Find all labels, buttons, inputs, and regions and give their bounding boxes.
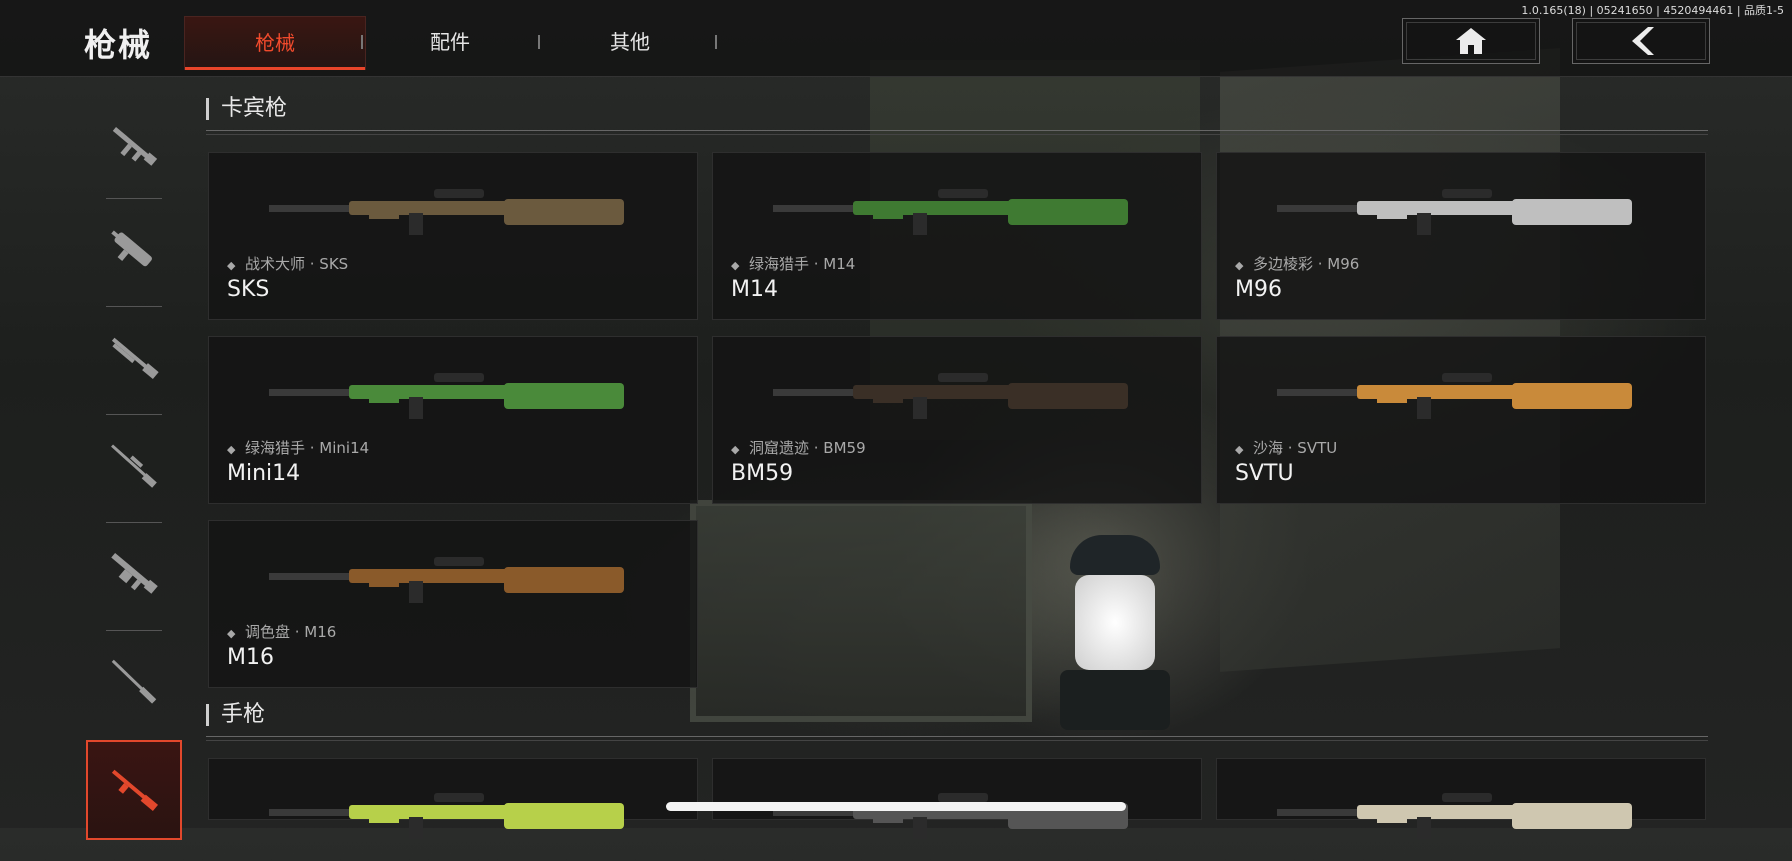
weapon-card[interactable]: ◆ 绿海猎手 · Mini14 Mini14 <box>208 336 698 504</box>
weapon-skin-label: ◆ 沙海 · SVTU <box>1235 437 1337 458</box>
sidebar-item-shotgun[interactable] <box>86 308 182 408</box>
weapon-category-sidebar <box>86 96 182 840</box>
background-lantern-base <box>1060 670 1170 730</box>
skin-tag-icon: ◆ <box>227 627 236 640</box>
weapon-skin-text: 沙海 · SVTU <box>1253 439 1338 457</box>
sidebar-item-lmg[interactable] <box>86 524 182 624</box>
assault-rifle-icon <box>112 126 158 166</box>
home-icon <box>1456 28 1486 54</box>
weapon-skin-text: 调色盘 · M16 <box>245 623 337 641</box>
weapon-card[interactable]: ◆ 沙海 · SVTU SVTU <box>1216 336 1706 504</box>
weapon-name: M14 <box>731 277 778 302</box>
weapon-skin-image <box>269 373 624 419</box>
smg-icon <box>111 230 152 267</box>
weapon-skin-image <box>773 373 1128 419</box>
sniper-rifle-icon <box>111 444 157 488</box>
weapon-skin-image <box>1277 373 1632 419</box>
tab-separator <box>715 35 717 49</box>
weapon-name: M16 <box>227 645 274 670</box>
home-button[interactable] <box>1402 18 1540 64</box>
weapon-skin-label: ◆ 调色盘 · M16 <box>227 621 336 642</box>
weapon-card[interactable]: ◆ 多边棱彩 · M96 M96 <box>1216 152 1706 320</box>
weapon-name: BM59 <box>731 461 794 486</box>
weapon-name: M96 <box>1235 277 1282 302</box>
weapon-skin-text: 绿海猎手 · M14 <box>749 255 856 273</box>
skin-tag-icon: ◆ <box>1235 443 1244 456</box>
section-title-pistol: 手枪 <box>206 704 265 726</box>
section-title-carbine: 卡宾枪 <box>206 98 287 120</box>
weapon-skin-label: ◆ 绿海猎手 · Mini14 <box>227 437 369 458</box>
weapon-skin-image <box>269 189 624 235</box>
weapon-card[interactable]: ◆ 调色盘 · M16 M16 <box>208 520 698 688</box>
weapon-skin-label: ◆ 洞窟遗迹 · BM59 <box>731 437 866 458</box>
weapon-skin-text: 洞窟遗迹 · BM59 <box>749 439 866 457</box>
weapon-name: SKS <box>227 277 270 302</box>
back-button[interactable] <box>1572 18 1710 64</box>
carbine-icon <box>111 769 159 812</box>
weapon-skin-image <box>773 793 1128 839</box>
weapon-card[interactable] <box>208 758 698 839</box>
build-info: 1.0.165(18) | 05241650 | 4520494461 | 品质… <box>1521 4 1784 17</box>
background-lantern <box>1070 535 1160 575</box>
weapon-skin-image <box>269 793 624 839</box>
weapon-skin-text: 绿海猎手 · Mini14 <box>245 439 370 457</box>
page-title: 枪械 <box>84 26 153 64</box>
sidebar-item-assault-rifle[interactable] <box>86 96 182 196</box>
sidebar-item-sniper-rifle[interactable] <box>86 416 182 516</box>
tab-firearms[interactable]: 枪械 <box>184 16 366 70</box>
sidebar-item-marksman-rifle[interactable] <box>86 632 182 732</box>
sidebar-divider <box>106 198 162 199</box>
weapon-skin-label: ◆ 战术大师 · SKS <box>227 253 348 274</box>
sidebar-divider <box>106 414 162 415</box>
skin-tag-icon: ◆ <box>227 443 236 456</box>
skin-tag-icon: ◆ <box>731 443 740 456</box>
sidebar-divider <box>106 306 162 307</box>
skin-tag-icon: ◆ <box>731 259 740 272</box>
sidebar-item-smg[interactable] <box>86 200 182 300</box>
sidebar-divider <box>106 630 162 631</box>
background-tray <box>690 500 1032 722</box>
sidebar-divider <box>106 522 162 523</box>
shotgun-icon <box>111 337 159 380</box>
chevron-left-icon <box>1632 27 1654 55</box>
weapon-skin-label: ◆ 多边棱彩 · M96 <box>1235 253 1359 274</box>
weapon-skin-label: ◆ 绿海猎手 · M14 <box>731 253 855 274</box>
weapon-skin-image <box>1277 793 1632 839</box>
section-divider <box>206 736 1708 741</box>
weapon-card[interactable] <box>1216 758 1706 839</box>
section-divider <box>206 130 1708 135</box>
lmg-icon <box>111 552 158 594</box>
marksman-rifle-icon <box>111 659 157 704</box>
weapon-skin-text: 多边棱彩 · M96 <box>1253 255 1360 273</box>
weapon-card[interactable]: ◆ 战术大师 · SKS SKS <box>208 152 698 320</box>
sidebar-item-carbine[interactable] <box>86 740 182 840</box>
skin-tag-icon: ◆ <box>227 259 236 272</box>
weapon-skin-text: 战术大师 · SKS <box>245 255 349 273</box>
weapon-skin-image <box>1277 189 1632 235</box>
tab-attachments[interactable]: 配件 <box>360 16 540 68</box>
weapon-name: Mini14 <box>227 461 301 486</box>
home-indicator[interactable] <box>666 802 1126 811</box>
skin-tag-icon: ◆ <box>1235 259 1244 272</box>
background-lantern-light <box>1075 575 1155 670</box>
weapon-skin-image <box>773 189 1128 235</box>
weapon-card[interactable]: ◆ 洞窟遗迹 · BM59 BM59 <box>712 336 1202 504</box>
weapon-name: SVTU <box>1235 461 1294 486</box>
top-bar: 枪械 枪械 配件 其他 1.0.165(18) | 05241650 | 452… <box>0 0 1792 77</box>
weapon-card[interactable]: ◆ 绿海猎手 · M14 M14 <box>712 152 1202 320</box>
weapon-skin-image <box>269 557 624 603</box>
tab-others[interactable]: 其他 <box>540 16 720 68</box>
